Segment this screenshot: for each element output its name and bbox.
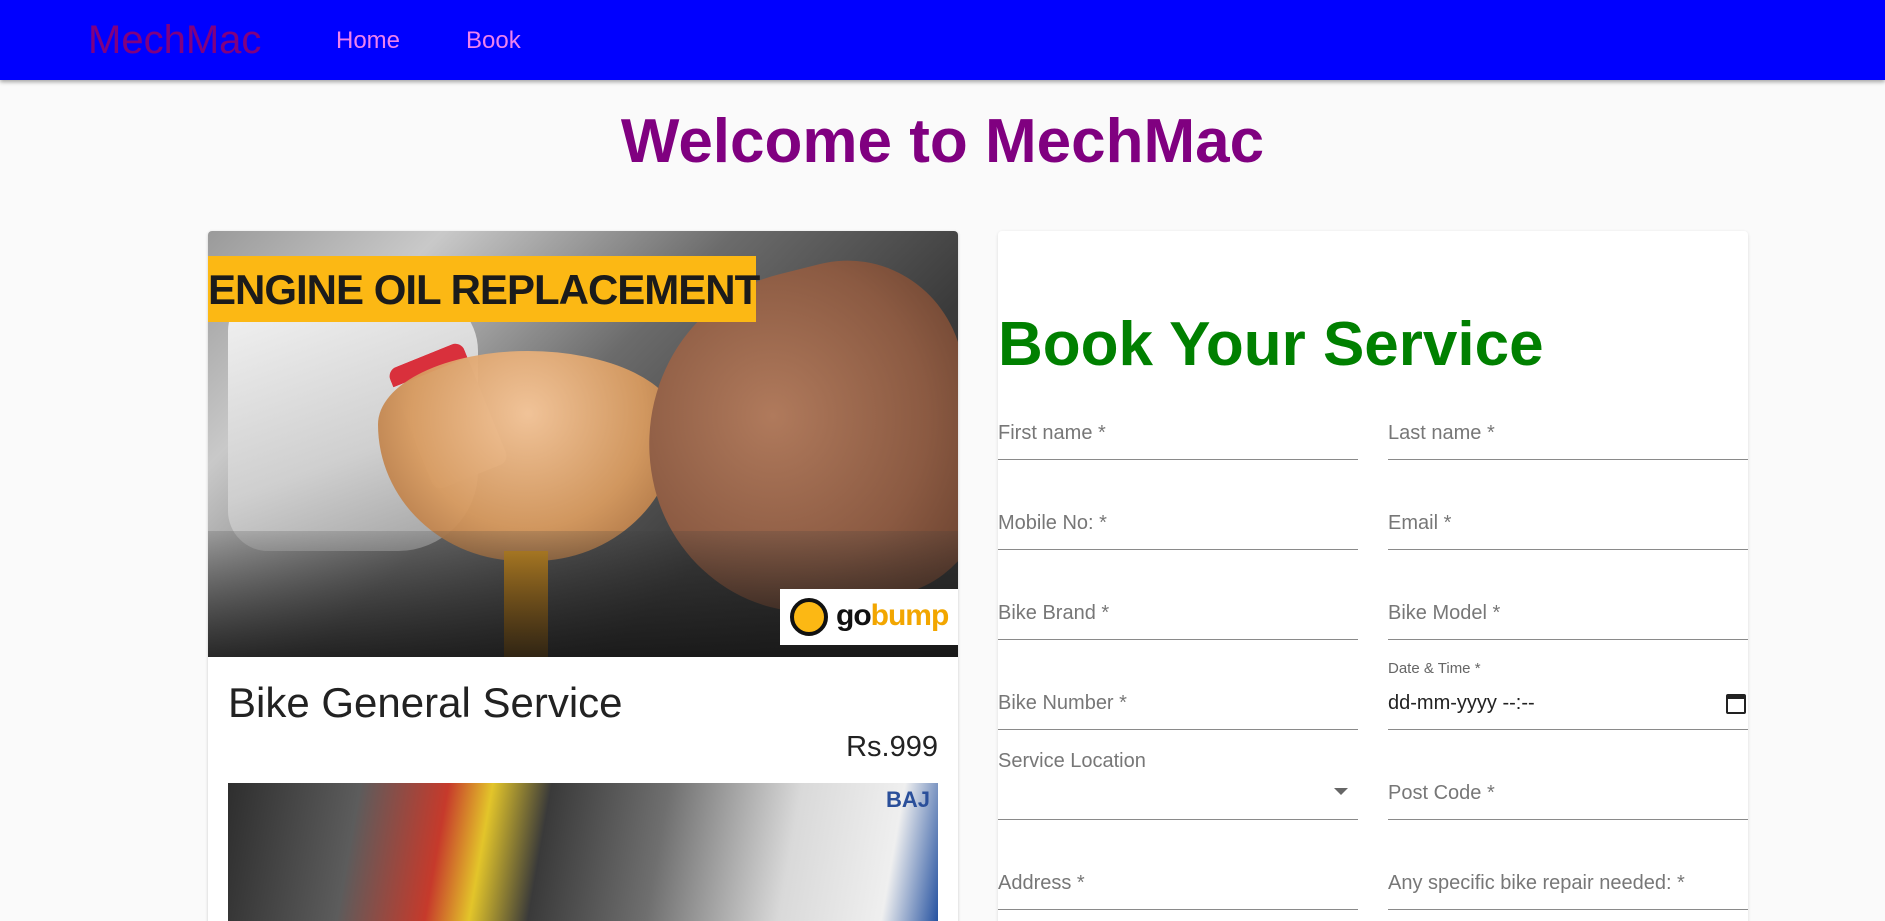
first-name-field[interactable]: First name * [998,418,1358,460]
chevron-down-icon[interactable] [1334,788,1348,795]
gobumpr-logo-text: gobump [836,599,949,632]
mechanic-image: BAJ [228,783,938,921]
datetime-label: Date & Time * [1388,660,1481,677]
bike-brand-field[interactable]: Bike Brand * [998,598,1358,640]
first-name-input[interactable] [998,418,1358,459]
bike-brand-input[interactable] [998,598,1358,639]
page-title: Welcome to MechMac [620,107,1265,176]
gobumpr-logo: gobump [780,589,958,645]
repair-input[interactable] [1388,868,1748,909]
mechanic-image-sign: BAJ [885,787,930,812]
service-location-label: Service Location [998,750,1146,772]
bike-model-input[interactable] [1388,598,1748,639]
post-code-field[interactable]: Post Code * [1388,778,1748,820]
service-card: ENGINE OIL REPLACEMENT gobump Bike Gener… [208,231,958,921]
mobile-input[interactable] [998,508,1358,549]
service-price: Rs.999 [846,731,938,763]
repair-field[interactable]: Any specific bike repair needed: * [1388,868,1748,910]
form-title: Book Your Service [998,310,1544,379]
email-field[interactable]: Email * [1388,508,1748,550]
post-code-input[interactable] [1388,778,1748,819]
last-name-field[interactable]: Last name * [1388,418,1748,460]
image-banner: ENGINE OIL REPLACEMENT [208,256,760,322]
bike-number-input[interactable] [998,688,1358,729]
gobumpr-logo-icon [790,598,828,636]
top-navbar: MechMac Home Book [0,0,1885,80]
bike-model-field[interactable]: Bike Model * [1388,598,1748,640]
service-title: Bike General Service [228,679,623,726]
datetime-value[interactable]: dd-mm-yyyy --:-- [1388,692,1535,715]
image-banner-text: ENGINE OIL REPLACEMENT [208,266,760,313]
nav-link-home[interactable]: Home [336,27,400,55]
address-input[interactable] [998,868,1358,909]
mobile-field[interactable]: Mobile No: * [998,508,1358,550]
brand-logo[interactable]: MechMac [88,16,261,64]
datetime-field[interactable]: Date & Time * dd-mm-yyyy --:-- [1388,660,1748,730]
nav-link-book[interactable]: Book [466,27,521,55]
address-field[interactable]: Address * [998,868,1358,910]
last-name-input[interactable] [1388,418,1748,459]
booking-form: Book Your Service First name * Last name… [998,231,1748,921]
service-image: ENGINE OIL REPLACEMENT gobump [208,231,958,657]
service-location-select[interactable]: Service Location [998,750,1358,820]
bike-number-field[interactable]: Bike Number * [998,688,1358,730]
calendar-icon[interactable] [1726,694,1746,714]
email-input[interactable] [1388,508,1748,549]
